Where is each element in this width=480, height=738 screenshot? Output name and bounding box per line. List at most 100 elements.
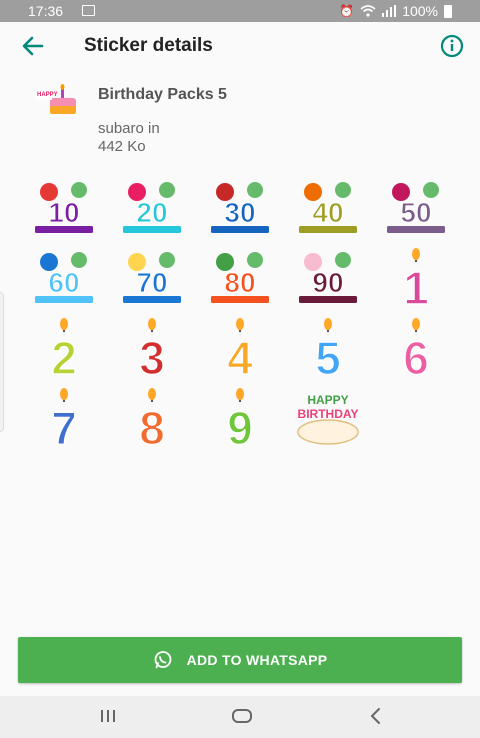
candle-flame-icon <box>60 388 68 400</box>
ribbon-icon <box>35 226 93 233</box>
sticker-item[interactable]: 1 <box>380 246 452 315</box>
sticker-label: 6 <box>403 332 429 384</box>
sticker-label: 1 <box>403 262 429 314</box>
sticker-image: 2 <box>50 318 78 385</box>
ribbon-icon <box>211 226 269 233</box>
status-time: 17:36 <box>28 3 64 19</box>
balloon-icon <box>335 182 351 198</box>
pack-name: Birthday Packs 5 <box>98 86 227 103</box>
sticker-item[interactable]: 6 <box>380 316 452 385</box>
sticker-item[interactable]: 5 <box>292 316 364 385</box>
sticker-label: BIRTHDAY <box>298 407 359 421</box>
sticker-image: 40 <box>299 182 357 233</box>
add-to-whatsapp-button[interactable]: ADD TO WHATSAPP <box>18 637 462 683</box>
edge-panel-handle[interactable] <box>0 292 4 432</box>
sticker-label: 60 <box>48 267 79 298</box>
sticker-item[interactable]: 90 <box>292 246 364 312</box>
candle-flame-icon <box>236 388 244 400</box>
sticker-image: HAPPYBIRTHDAY <box>297 393 359 445</box>
ribbon-icon <box>35 296 93 303</box>
pack-size: 442 Ko <box>98 138 146 155</box>
sticker-label: 40 <box>312 197 343 228</box>
candle-flame-icon <box>148 318 156 330</box>
recents-icon <box>101 710 115 722</box>
ribbon-icon <box>123 296 181 303</box>
balloon-icon <box>335 252 351 268</box>
sticker-image: 90 <box>299 252 357 303</box>
sticker-image: 50 <box>387 182 445 233</box>
sticker-item[interactable]: 30 <box>204 176 276 242</box>
sticker-label: 3 <box>139 332 165 384</box>
sticker-image: 70 <box>123 252 181 303</box>
sticker-image: 80 <box>211 252 269 303</box>
sticker-item[interactable]: 70 <box>116 246 188 312</box>
signal-icon <box>382 5 397 17</box>
cake-icon <box>297 419 359 445</box>
sticker-item[interactable]: 60 <box>28 246 100 312</box>
sticker-item[interactable]: 2 <box>28 316 100 385</box>
sticker-image: 9 <box>226 388 254 455</box>
sticker-label: 20 <box>136 197 167 228</box>
balloon-icon <box>247 182 263 198</box>
sticker-item[interactable]: 40 <box>292 176 364 242</box>
sticker-item[interactable]: 20 <box>116 176 188 242</box>
sticker-item[interactable]: 7 <box>28 386 100 455</box>
balloon-icon <box>159 182 175 198</box>
sticker-image: 20 <box>123 182 181 233</box>
sticker-label: 80 <box>224 267 255 298</box>
info-button[interactable] <box>440 34 464 58</box>
candle-flame-icon <box>236 318 244 330</box>
recents-button[interactable] <box>96 706 120 726</box>
back-button[interactable] <box>18 32 48 60</box>
system-nav-bar <box>0 696 480 738</box>
sticker-label: 30 <box>224 197 255 228</box>
sticker-label: 5 <box>315 332 341 384</box>
sticker-label: 2 <box>51 332 77 384</box>
sticker-image: 6 <box>402 318 430 385</box>
candle-flame-icon <box>148 388 156 400</box>
home-button[interactable] <box>230 706 254 726</box>
ribbon-icon <box>387 226 445 233</box>
sticker-item[interactable]: 8 <box>116 386 188 455</box>
sticker-label: 9 <box>227 402 253 454</box>
sticker-label: 70 <box>136 267 167 298</box>
sticker-label: HAPPY <box>307 393 348 407</box>
candle-flame-icon <box>412 248 420 260</box>
sticker-image: 8 <box>138 388 166 455</box>
sticker-image: 5 <box>314 318 342 385</box>
sticker-item[interactable]: 3 <box>116 316 188 385</box>
arrow-back-icon <box>22 36 44 56</box>
page-title: Sticker details <box>84 35 213 56</box>
balloon-icon <box>71 252 87 268</box>
tray-icon: HAPPY <box>36 84 76 114</box>
back-icon <box>370 708 380 724</box>
alarm-icon: ⏰ <box>339 4 355 18</box>
sticker-item[interactable]: HAPPY BIRTHDAY <box>292 386 364 452</box>
sticker-label: 10 <box>48 197 79 228</box>
add-button-label: ADD TO WHATSAPP <box>186 652 328 668</box>
ribbon-icon <box>299 296 357 303</box>
nav-back-button[interactable] <box>364 706 388 726</box>
sticker-label: 4 <box>227 332 253 384</box>
sticker-item[interactable]: 9 <box>204 386 276 455</box>
battery-percent: 100% <box>402 3 438 19</box>
status-bar: 17:36 ⏰ 100% <box>0 0 480 22</box>
sticker-image: 30 <box>211 182 269 233</box>
pack-publisher: subaro in <box>98 120 160 137</box>
sticker-image: 3 <box>138 318 166 385</box>
sticker-label: 50 <box>400 197 431 228</box>
sticker-label: 7 <box>51 402 77 454</box>
app-bar: Sticker details <box>0 22 480 70</box>
sticker-item[interactable]: 10 <box>28 176 100 242</box>
ribbon-icon <box>123 226 181 233</box>
home-icon <box>232 709 252 723</box>
sticker-label: 8 <box>139 402 165 454</box>
wifi-icon <box>360 5 376 17</box>
balloon-icon <box>159 252 175 268</box>
info-icon <box>440 34 464 58</box>
sticker-item[interactable]: 4 <box>204 316 276 385</box>
sticker-item[interactable]: 50 <box>380 176 452 242</box>
sticker-item[interactable]: 80 <box>204 246 276 312</box>
sticker-image: 1 <box>402 248 430 315</box>
tray-text: HAPPY <box>37 92 58 98</box>
